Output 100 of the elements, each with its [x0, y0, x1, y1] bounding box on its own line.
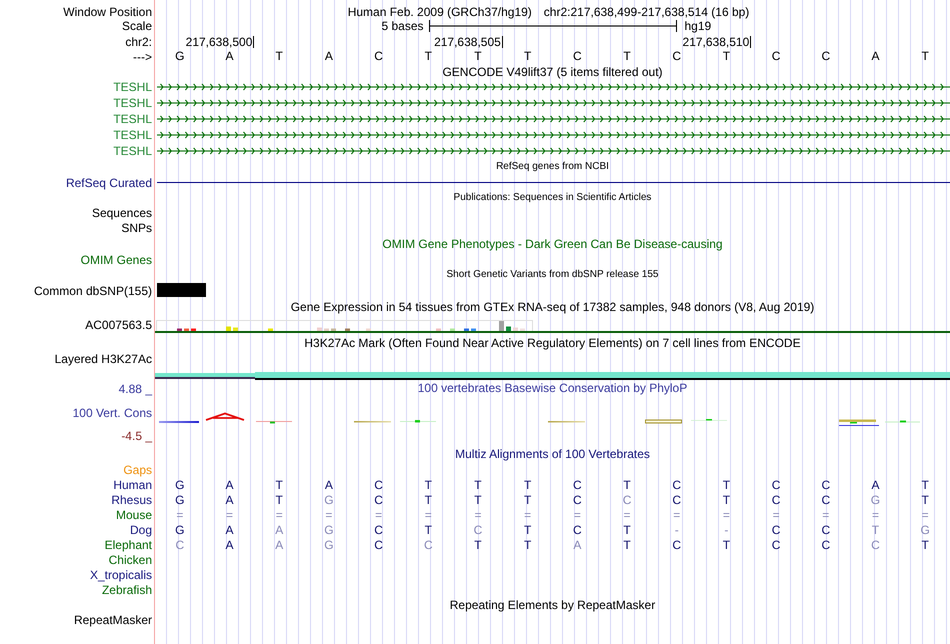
expression-bar: [331, 328, 336, 331]
expression-bar: [226, 326, 231, 331]
aligned-base: =: [821, 508, 830, 522]
scale-length: 5 bases: [380, 19, 424, 33]
track-label[interactable]: AC007563.5: [85, 318, 152, 332]
aligned-base: =: [772, 508, 781, 522]
aligned-base: A: [224, 522, 235, 536]
ruler-position: 217,638,505: [434, 34, 501, 48]
row-label: chr2:: [125, 34, 152, 48]
track-title: H3K27Ac Mark (Often Found Near Active Regulatory Elements) on 7 cell lines from ENCODE: [304, 336, 801, 350]
aligned-base: A: [224, 492, 235, 506]
ruler-tick: [750, 36, 752, 48]
aligned-base: =: [920, 508, 930, 522]
species-label[interactable]: Human: [113, 478, 152, 492]
aligned-base: C: [572, 478, 583, 492]
aligned-base: T: [473, 492, 483, 506]
track-title: GENCODE V49lift37 (5 items filtered out): [442, 65, 663, 79]
aligned-base: A: [224, 478, 235, 492]
aligned-base: G: [174, 478, 186, 492]
aligned-base: =: [523, 508, 532, 522]
aligned-base: T: [522, 478, 532, 492]
expression-bar: [324, 328, 329, 331]
expression-bar: [499, 321, 504, 331]
track-label[interactable]: Common dbSNP(155): [34, 284, 152, 298]
aligned-base: T: [622, 538, 632, 552]
gene-strand-line[interactable]: [157, 98, 950, 108]
expression-bar: [317, 328, 322, 331]
track-label[interactable]: TESHL: [113, 80, 152, 94]
track-label[interactable]: TESHL: [113, 112, 152, 126]
species-label[interactable]: Zebrafish: [102, 582, 152, 596]
track-title: OMIM Gene Phenotypes - Dark Green Can Be Disease-causing: [382, 236, 723, 250]
track-label[interactable]: 100 Vert. Cons: [72, 406, 152, 420]
aligned-base: G: [323, 522, 335, 536]
aligned-base: A: [572, 538, 582, 552]
aligned-base: C: [373, 538, 384, 552]
aligned-base: =: [473, 508, 482, 522]
aligned-base: C: [422, 538, 434, 552]
track-label[interactable]: TESHL: [113, 144, 152, 158]
conservation-mark: [354, 421, 391, 422]
track-label[interactable]: RepeatMasker: [74, 612, 152, 626]
track-title: Repeating Elements by RepeatMasker: [450, 598, 656, 612]
track-title: Multiz Alignments of 100 Vertebrates: [455, 446, 650, 460]
track-label[interactable]: OMIM Genes: [80, 252, 152, 266]
axis-max-label: 4.88 _: [118, 382, 152, 396]
strand-label: --->: [133, 50, 152, 64]
position-range: chr2:217,638,499-217,638,514 (16 bp): [544, 5, 750, 19]
track-label[interactable]: TESHL: [113, 128, 152, 142]
species-label[interactable]: Dog: [130, 522, 152, 536]
track-label[interactable]: Sequences: [92, 206, 152, 220]
gene-strand-line[interactable]: [157, 146, 950, 156]
aligned-base: T: [424, 492, 433, 506]
species-label[interactable]: Chicken: [108, 552, 152, 566]
base-letter: A: [224, 50, 235, 63]
aligned-base: G: [919, 522, 931, 536]
base-letter: T: [424, 50, 433, 63]
aligned-base: -: [723, 522, 730, 536]
aligned-base: C: [820, 522, 832, 536]
gene-strand-line[interactable]: [157, 114, 950, 124]
aligned-base: =: [572, 508, 582, 522]
species-label[interactable]: Rhesus: [111, 492, 152, 506]
expression-bar: [436, 328, 441, 331]
aligned-base: C: [820, 478, 832, 492]
expression-bar: [506, 326, 511, 331]
base-letter: T: [920, 50, 930, 63]
expression-bar: [450, 328, 455, 331]
aligned-base: T: [920, 538, 930, 552]
species-label[interactable]: Elephant: [104, 538, 152, 552]
aligned-base: =: [672, 508, 682, 522]
aligned-base: C: [572, 522, 583, 536]
aligned-base: A: [324, 478, 334, 492]
gene-strand-line[interactable]: [157, 82, 950, 92]
aligned-base: C: [770, 492, 782, 506]
aligned-base: C: [472, 522, 484, 536]
species-label[interactable]: Mouse: [116, 508, 152, 522]
track-label[interactable]: TESHL: [113, 96, 152, 110]
track-label[interactable]: Layered H3K27Ac: [54, 352, 152, 366]
aligned-base: G: [323, 492, 335, 506]
species-label[interactable]: X_tropicalis: [90, 568, 152, 582]
aligned-base: C: [174, 538, 186, 552]
track-title: Short Genetic Variants from dbSNP release 155: [446, 269, 658, 281]
base-letter: C: [671, 50, 682, 63]
aligned-base: G: [870, 492, 882, 506]
base-letter: T: [722, 50, 732, 63]
ruler-tick: [253, 36, 254, 48]
base-letter: C: [572, 50, 583, 63]
track-label[interactable]: SNPs: [121, 220, 152, 234]
aligned-base: C: [820, 538, 832, 552]
expression-bar: [345, 328, 350, 331]
aligned-base: =: [374, 508, 384, 522]
aligned-base: C: [373, 522, 384, 536]
track-label[interactable]: RefSeq Curated: [66, 176, 152, 190]
gene-strand-line[interactable]: [157, 130, 950, 140]
aligned-base: C: [572, 492, 583, 506]
aligned-base: =: [225, 508, 234, 522]
aligned-base: A: [274, 538, 284, 552]
aligned-base: G: [323, 538, 335, 552]
aligned-base: =: [722, 508, 731, 522]
aligned-base: T: [424, 478, 433, 492]
aligned-base: T: [920, 492, 930, 506]
aligned-base: C: [671, 492, 682, 506]
